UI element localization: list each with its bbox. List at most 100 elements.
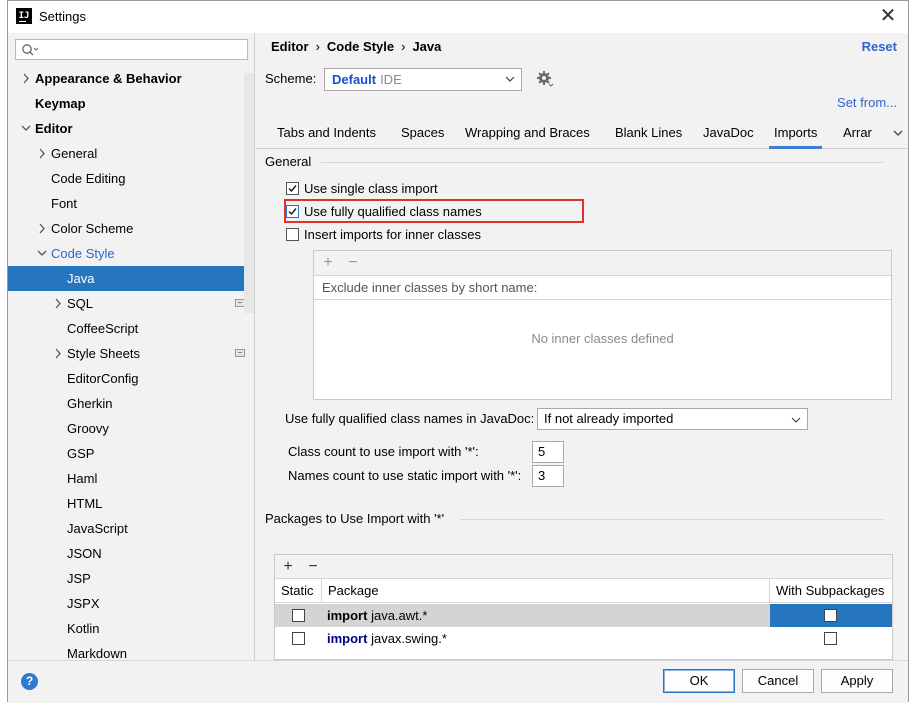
apply-button[interactable]: Apply: [821, 669, 893, 693]
names-count-input[interactable]: 3: [532, 465, 564, 487]
sidebar-item-sql[interactable]: SQL: [8, 291, 254, 316]
add-icon[interactable]: +: [281, 559, 295, 575]
packages-toolbar: + −: [275, 555, 892, 579]
sidebar-item-coffeescript[interactable]: CoffeeScript: [8, 316, 254, 341]
close-icon[interactable]: ✕: [876, 5, 900, 29]
tab-spaces[interactable]: Spaces: [401, 119, 444, 149]
tab-javadoc[interactable]: JavaDoc: [703, 119, 754, 149]
sidebar-item-style-sheets[interactable]: Style Sheets: [8, 341, 254, 366]
package-name: javax.swing.*: [371, 631, 447, 646]
help-icon[interactable]: ?: [21, 673, 38, 690]
sidebar-item-label: CoffeeScript: [67, 321, 139, 336]
checkbox-box: [286, 205, 299, 218]
sidebar-item-label: JSPX: [67, 596, 100, 611]
class-count-input[interactable]: 5: [532, 441, 564, 463]
sidebar-item-keymap[interactable]: Keymap: [8, 91, 254, 116]
gear-icon[interactable]: [536, 70, 554, 88]
chevron-right-icon[interactable]: [36, 141, 48, 166]
sidebar-item-general[interactable]: General: [8, 141, 254, 166]
sidebar-item-color-scheme[interactable]: Color Scheme: [8, 216, 254, 241]
static-checkbox[interactable]: [292, 609, 305, 622]
section-divider: [460, 519, 883, 520]
javadoc-dropdown[interactable]: If not already imported: [537, 408, 808, 430]
general-section-title: General: [265, 154, 312, 169]
chevron-down-icon[interactable]: [892, 127, 904, 139]
table-row[interactable]: import javax.swing.*: [275, 627, 892, 650]
package-name: java.awt.*: [371, 608, 428, 623]
sidebar-item-label: Appearance & Behavior: [35, 71, 182, 86]
sidebar-item-jsp[interactable]: JSP: [8, 566, 254, 591]
sidebar-item-markdown[interactable]: Markdown: [8, 641, 254, 660]
column-header-with-subpackages[interactable]: With Subpackages: [770, 579, 884, 602]
intellij-app-icon: IJ: [16, 8, 32, 24]
settings-sidebar: Appearance & Behavior Keymap Editor General…: [8, 33, 255, 660]
sidebar-item-label: Keymap: [35, 96, 86, 111]
chevron-right-icon[interactable]: [36, 216, 48, 241]
sidebar-item-font[interactable]: Font: [8, 191, 254, 216]
checkbox-box: [286, 182, 299, 195]
sidebar-item-label: General: [51, 146, 98, 161]
sidebar-item-editor[interactable]: Editor: [8, 116, 254, 141]
window-title: Settings: [39, 9, 86, 24]
sidebar-item-gsp[interactable]: GSP: [8, 441, 254, 466]
breadcrumb-editor: Editor: [271, 39, 309, 54]
section-divider: [321, 162, 883, 163]
sidebar-item-label: Haml: [67, 471, 98, 486]
ok-button[interactable]: OK: [663, 669, 735, 693]
tab-tabs-and-indents[interactable]: Tabs and Indents: [277, 119, 376, 149]
sidebar-item-label: Code Editing: [51, 171, 126, 186]
checkbox-label: Insert imports for inner classes: [304, 227, 482, 242]
sidebar-item-label: Markdown: [67, 646, 127, 660]
tab-imports[interactable]: Imports: [769, 119, 823, 149]
sidebar-item-editorconfig[interactable]: EditorConfig: [8, 366, 254, 391]
sidebar-scrollbar[interactable]: [244, 73, 254, 313]
set-from-link[interactable]: Set from...: [837, 95, 897, 110]
sidebar-item-label: Kotlin: [67, 621, 100, 636]
column-header-static[interactable]: Static: [275, 579, 321, 602]
imports-panel: General Use single class import Use full…: [256, 150, 908, 660]
tab-wrapping-and-braces[interactable]: Wrapping and Braces: [465, 119, 590, 149]
static-checkbox[interactable]: [292, 632, 305, 645]
chevron-right-icon[interactable]: [52, 291, 64, 316]
sidebar-item-groovy[interactable]: Groovy: [8, 416, 254, 441]
tab-blank-lines[interactable]: Blank Lines: [615, 119, 682, 149]
sidebar-item-gherkin[interactable]: Gherkin: [8, 391, 254, 416]
inner-classes-empty-text: No inner classes defined: [531, 331, 674, 346]
chevron-down-icon[interactable]: [36, 241, 48, 266]
remove-icon[interactable]: −: [306, 559, 320, 575]
sidebar-item-kotlin[interactable]: Kotlin: [8, 616, 254, 641]
cancel-button[interactable]: Cancel: [742, 669, 814, 693]
with-subpackages-checkbox[interactable]: [824, 632, 837, 645]
sidebar-item-code-style[interactable]: Code Style: [8, 241, 254, 266]
sidebar-item-java[interactable]: Java: [8, 266, 254, 291]
chevron-right-icon[interactable]: [52, 341, 64, 366]
sidebar-item-appearance-behavior[interactable]: Appearance & Behavior: [8, 66, 254, 91]
sidebar-item-javascript[interactable]: JavaScript: [8, 516, 254, 541]
sidebar-item-jspx[interactable]: JSPX: [8, 591, 254, 616]
settings-search-input[interactable]: [15, 39, 248, 60]
breadcrumb: Editor › Code Style › Java: [271, 39, 441, 54]
add-icon[interactable]: +: [321, 255, 335, 271]
class-count-label: Class count to use import with '*':: [288, 444, 479, 459]
settings-content: Editor › Code Style › Java Reset Scheme: Def…: [256, 33, 908, 660]
scheme-dropdown[interactable]: Default IDE: [324, 68, 522, 91]
inner-classes-toolbar: + −: [314, 251, 891, 276]
table-row[interactable]: import java.awt.*: [275, 604, 892, 627]
sidebar-item-label: JSON: [67, 546, 102, 561]
reset-link[interactable]: Reset: [862, 39, 897, 54]
tab-arrangement[interactable]: Arrar: [843, 119, 881, 149]
package-cell: import java.awt.*: [327, 604, 427, 627]
sidebar-item-label: Groovy: [67, 421, 109, 436]
sidebar-item-html[interactable]: HTML: [8, 491, 254, 516]
settings-dialog: IJ Settings ✕ Appearance & Behavior Keyma…: [7, 0, 909, 703]
chevron-right-icon[interactable]: [20, 66, 32, 91]
checkbox-box: [286, 228, 299, 241]
remove-icon[interactable]: −: [346, 255, 360, 271]
chevron-down-icon[interactable]: [20, 116, 32, 141]
sidebar-item-json[interactable]: JSON: [8, 541, 254, 566]
sidebar-item-haml[interactable]: Haml: [8, 466, 254, 491]
with-subpackages-checkbox[interactable]: [824, 609, 837, 622]
column-header-package[interactable]: Package: [322, 579, 379, 602]
sidebar-item-code-editing[interactable]: Code Editing: [8, 166, 254, 191]
sidebar-item-label: Code Style: [51, 246, 115, 261]
